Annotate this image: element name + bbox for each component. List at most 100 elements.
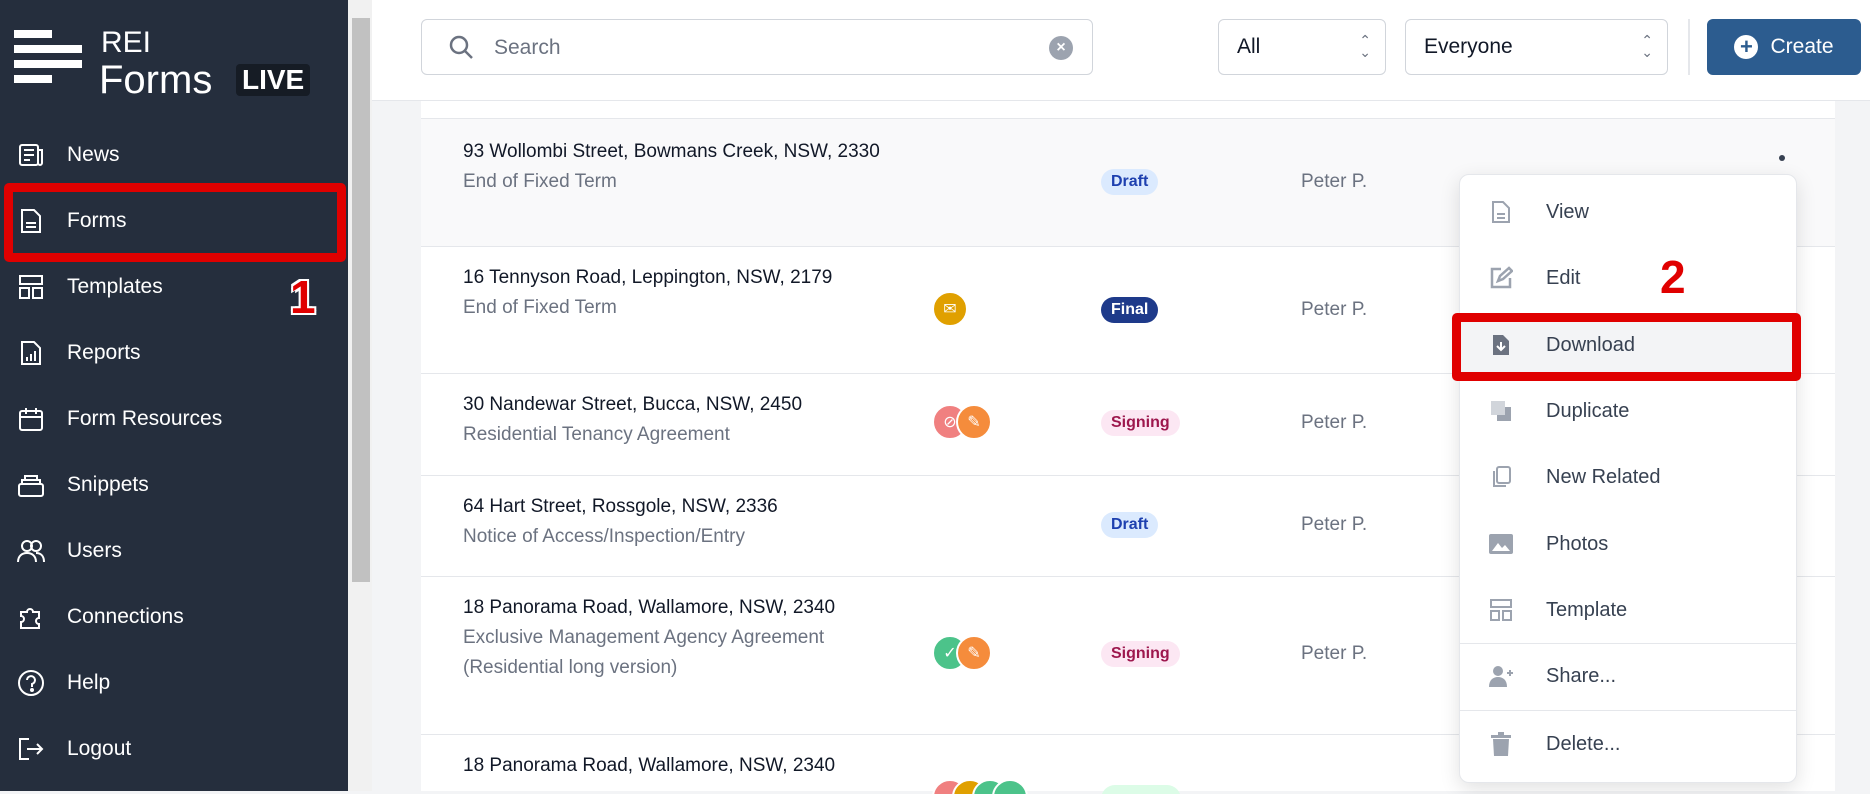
sidebar-item-label: Form Resources: [67, 407, 223, 430]
row-address-cell: 30 Nandewar Street, Bucca, NSW, 2450 Resi…: [463, 390, 903, 450]
search-icon: [448, 34, 474, 65]
email-status-icon: ✉: [932, 291, 968, 327]
sidebar-item-snippets[interactable]: Snippets: [0, 460, 348, 510]
template-icon: [16, 272, 46, 302]
status-badge: Draft: [1101, 512, 1159, 538]
sidebar-item-connections[interactable]: Connections: [0, 592, 348, 642]
menu-item-label: View: [1546, 200, 1589, 223]
status-filter-value: All: [1237, 35, 1261, 58]
scrollbar-thumb[interactable]: [352, 18, 370, 582]
chevron-updown-icon: ⌃ ⌄: [1641, 32, 1653, 60]
status-filter-select[interactable]: All ⌃ ⌄: [1218, 19, 1386, 75]
row-form-type: End of Fixed Term: [463, 297, 617, 318]
row-address: 64 Hart Street, Rossgole, NSW, 2336: [463, 496, 778, 517]
duplicate-icon: [1488, 400, 1514, 422]
newspaper-icon: [16, 140, 46, 170]
users-icon: [16, 536, 46, 566]
user-plus-icon: [1488, 665, 1514, 687]
edit-icon: [1488, 266, 1514, 290]
create-label: Create: [1770, 35, 1834, 58]
sidebar-item-label: Help: [67, 671, 111, 694]
step-label-1: 1: [290, 271, 316, 323]
menu-item-label: Photos: [1546, 532, 1609, 555]
stack-icon: [16, 470, 46, 500]
row-actions-menu: View Edit Download Duplicate New Related…: [1459, 174, 1797, 783]
row-owner: Peter P.: [1301, 171, 1368, 192]
row-address: 18 Panorama Road, Wallamore, NSW, 2340: [463, 755, 836, 776]
sidebar-item-label: Reports: [67, 341, 141, 364]
menu-item-label: Duplicate: [1546, 399, 1630, 422]
menu-item-view[interactable]: View: [1460, 181, 1796, 243]
sidebar-item-label: Users: [67, 539, 122, 562]
logo-live: LIVE: [236, 64, 311, 96]
logo-rei: REI: [101, 26, 152, 59]
create-button[interactable]: + Create: [1707, 19, 1861, 75]
row-address-cell: 16 Tennyson Road, Leppington, NSW, 2179 E…: [463, 263, 883, 323]
sidebar: REI Forms LIVE News Forms Templates Repo…: [0, 0, 348, 791]
row-address-cell: 18 Panorama Road, Wallamore, NSW, 2340 Ex…: [463, 593, 863, 683]
sidebar-item-news[interactable]: News: [0, 130, 348, 180]
kebab-menu-icon[interactable]: [1779, 155, 1785, 161]
status-badge: Signing: [1101, 641, 1180, 667]
menu-item-label: Edit: [1546, 266, 1581, 289]
photo-icon: [1488, 534, 1514, 554]
sidebar-item-logout[interactable]: Logout: [0, 724, 348, 774]
sidebar-item-label: News: [67, 143, 120, 166]
status-badge: Draft: [1101, 169, 1159, 195]
row-owner: Peter P.: [1301, 514, 1368, 535]
menu-item-label: Template: [1546, 598, 1628, 621]
logo-forms: Forms: [99, 58, 213, 102]
copy-icon: [1488, 465, 1514, 489]
plus-circle-icon: +: [1734, 34, 1759, 59]
owner-filter-value: Everyone: [1424, 35, 1513, 58]
menu-item-duplicate[interactable]: Duplicate: [1460, 380, 1796, 442]
puzzle-icon: [16, 602, 46, 632]
sidebar-item-form-resources[interactable]: Form Resources: [0, 394, 348, 444]
row-owner: Peter P.: [1301, 412, 1368, 433]
sidebar-item-label: Connections: [67, 605, 184, 628]
menu-item-photos[interactable]: Photos: [1460, 513, 1796, 575]
sidebar-item-label: Snippets: [67, 473, 149, 496]
document-icon: [1488, 200, 1514, 224]
row-address-cell: 18 Panorama Road, Wallamore, NSW, 2340: [463, 751, 863, 781]
step-label-2: 2: [1660, 251, 1686, 303]
row-address: 93 Wollombi Street, Bowmans Creek, NSW, …: [463, 141, 880, 162]
menu-item-delete[interactable]: Delete...: [1460, 713, 1796, 775]
chevron-updown-icon: ⌃ ⌄: [1359, 32, 1371, 60]
sidebar-item-reports[interactable]: Reports: [0, 328, 348, 378]
template-icon: [1488, 599, 1514, 621]
row-address-cell: 64 Hart Street, Rossgole, NSW, 2336 Notic…: [463, 492, 903, 552]
row-address: 16 Tennyson Road, Leppington, NSW, 2179: [463, 267, 833, 288]
row-form-type: Notice of Access/Inspection/Entry: [463, 526, 745, 547]
report-icon: [16, 338, 46, 368]
owner-filter-select[interactable]: Everyone ⌃ ⌄: [1405, 19, 1668, 75]
sidebar-item-label: Logout: [67, 737, 132, 760]
menu-item-label: Share...: [1546, 664, 1617, 687]
row-address: 30 Nandewar Street, Bucca, NSW, 2450: [463, 394, 803, 415]
trash-icon: [1488, 732, 1514, 756]
menu-item-share[interactable]: Share...: [1460, 645, 1796, 707]
sidebar-item-users[interactable]: Users: [0, 526, 348, 576]
status-badge: Signing: [1101, 410, 1180, 436]
help-icon: [16, 668, 46, 698]
edit-status-icon: ✎: [956, 635, 992, 671]
header-divider: [1688, 19, 1690, 75]
row-form-type: Exclusive Management Agency Agreement (R…: [463, 627, 825, 678]
sidebar-item-help[interactable]: Help: [0, 658, 348, 708]
logout-icon: [16, 734, 46, 764]
search-input[interactable]: Search ×: [421, 19, 1093, 75]
status-badge: [1101, 785, 1181, 794]
clear-search-icon[interactable]: ×: [1049, 36, 1073, 60]
row-address: 18 Panorama Road, Wallamore, NSW, 2340: [463, 597, 836, 618]
sidebar-item-label: Templates: [67, 275, 163, 298]
row-address-cell: 93 Wollombi Street, Bowmans Creek, NSW, …: [463, 137, 883, 197]
menu-item-label: New Related: [1546, 465, 1661, 488]
calendar-icon: [16, 404, 46, 434]
menu-item-template[interactable]: Template: [1460, 579, 1796, 641]
edit-status-icon: ✎: [956, 404, 992, 440]
menu-item-new-related[interactable]: New Related: [1460, 446, 1796, 508]
highlight-box-download: [1452, 313, 1801, 381]
row-form-type: End of Fixed Term: [463, 171, 617, 192]
menu-item-edit[interactable]: Edit: [1460, 247, 1796, 309]
row-owner: Peter P.: [1301, 643, 1368, 664]
